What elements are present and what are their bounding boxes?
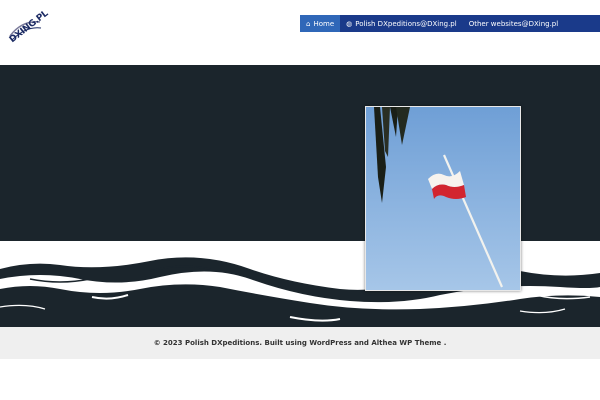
- polish-flag-image: [366, 107, 520, 290]
- footer-copyright: © 2023 Polish DXpeditions. Built using W…: [153, 339, 447, 347]
- home-icon: ⌂: [306, 19, 311, 28]
- nav-item-polish-dxpeditions[interactable]: ◍ Polish DXpeditions@DXing.pl: [340, 15, 463, 32]
- site-footer: © 2023 Polish DXpeditions. Built using W…: [0, 327, 600, 359]
- nav-item-label: Polish DXpeditions@DXing.pl: [355, 19, 457, 28]
- nav-item-label: Other websites@DXing.pl: [468, 19, 559, 28]
- globe-icon: ◍: [346, 19, 353, 28]
- main-nav: ⌂ Home ◍ Polish DXpeditions@DXing.pl Oth…: [300, 15, 600, 32]
- nav-item-home[interactable]: ⌂ Home: [300, 15, 341, 32]
- nav-item-other-websites[interactable]: Other websites@DXing.pl: [463, 15, 565, 32]
- site-header: DXING.PL ⌂ Home ◍ Polish DXpeditions@DXi…: [0, 0, 600, 65]
- site-logo[interactable]: DXING.PL: [8, 9, 50, 45]
- nav-item-label: Home: [313, 19, 335, 28]
- flag-photo: [365, 106, 521, 291]
